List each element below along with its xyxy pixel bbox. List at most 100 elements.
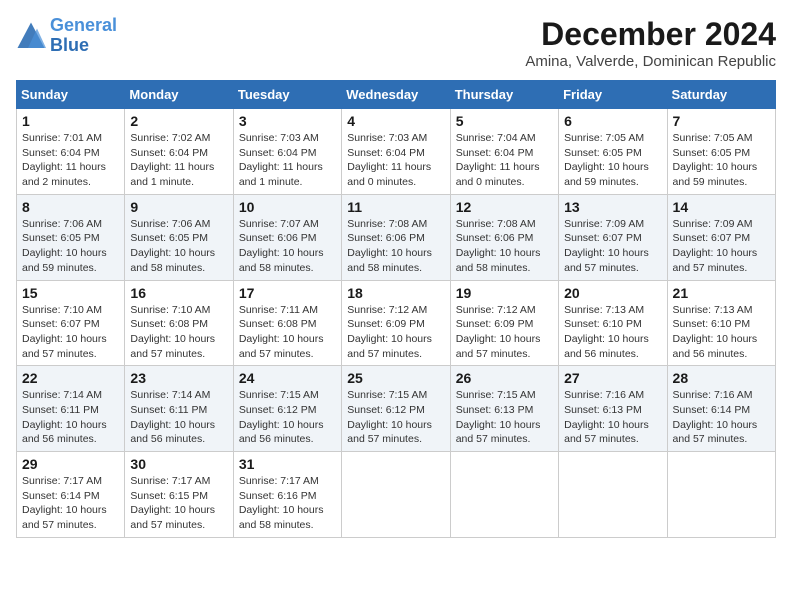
- day-info: Sunrise: 7:13 AM Sunset: 6:10 PM Dayligh…: [673, 303, 770, 362]
- calendar-cell: 23 Sunrise: 7:14 AM Sunset: 6:11 PM Dayli…: [125, 366, 233, 452]
- calendar-week-row: 8 Sunrise: 7:06 AM Sunset: 6:05 PM Daylig…: [17, 194, 776, 280]
- calendar-cell: 27 Sunrise: 7:16 AM Sunset: 6:13 PM Dayli…: [559, 366, 667, 452]
- day-number: 22: [22, 370, 119, 386]
- calendar-cell: 12Sunrise: 7:08 AM Sunset: 6:06 PM Dayli…: [450, 194, 558, 280]
- location: Amina, Valverde, Dominican Republic: [525, 53, 776, 70]
- day-number: 27: [564, 370, 661, 386]
- calendar-cell: 20 Sunrise: 7:13 AM Sunset: 6:10 PM Dayli…: [559, 280, 667, 366]
- day-number: 9: [130, 199, 227, 215]
- day-info: Sunrise: 7:04 AM Sunset: 6:04 PM Dayligh…: [456, 131, 553, 190]
- day-info: Sunrise: 7:14 AM Sunset: 6:11 PM Dayligh…: [130, 388, 227, 447]
- calendar-cell: 11Sunrise: 7:08 AM Sunset: 6:06 PM Dayli…: [342, 194, 450, 280]
- day-info: Sunrise: 7:08 AM Sunset: 6:06 PM Dayligh…: [347, 217, 444, 276]
- calendar-cell: 21 Sunrise: 7:13 AM Sunset: 6:10 PM Dayli…: [667, 280, 775, 366]
- day-number: 18: [347, 285, 444, 301]
- day-info: Sunrise: 7:11 AM Sunset: 6:08 PM Dayligh…: [239, 303, 336, 362]
- day-info: Sunrise: 7:09 AM Sunset: 6:07 PM Dayligh…: [673, 217, 770, 276]
- calendar-cell: 15 Sunrise: 7:10 AM Sunset: 6:07 PM Dayli…: [17, 280, 125, 366]
- day-number: 15: [22, 285, 119, 301]
- day-number: 17: [239, 285, 336, 301]
- calendar-cell: 19 Sunrise: 7:12 AM Sunset: 6:09 PM Dayli…: [450, 280, 558, 366]
- day-info: Sunrise: 7:09 AM Sunset: 6:07 PM Dayligh…: [564, 217, 661, 276]
- calendar-cell: 17 Sunrise: 7:11 AM Sunset: 6:08 PM Dayli…: [233, 280, 341, 366]
- day-number: 26: [456, 370, 553, 386]
- calendar-cell: 31 Sunrise: 7:17 AM Sunset: 6:16 PM Dayli…: [233, 452, 341, 538]
- calendar-cell: 8 Sunrise: 7:06 AM Sunset: 6:05 PM Daylig…: [17, 194, 125, 280]
- calendar-cell: 7Sunrise: 7:05 AM Sunset: 6:05 PM Daylig…: [667, 109, 775, 195]
- calendar-cell: 26Sunrise: 7:15 AM Sunset: 6:13 PM Dayli…: [450, 366, 558, 452]
- day-number: 28: [673, 370, 770, 386]
- day-info: Sunrise: 7:14 AM Sunset: 6:11 PM Dayligh…: [22, 388, 119, 447]
- calendar-cell: 10Sunrise: 7:07 AM Sunset: 6:06 PM Dayli…: [233, 194, 341, 280]
- day-number: 6: [564, 113, 661, 129]
- day-number: 21: [673, 285, 770, 301]
- calendar-cell: 9 Sunrise: 7:06 AM Sunset: 6:05 PM Daylig…: [125, 194, 233, 280]
- calendar-cell: 13 Sunrise: 7:09 AM Sunset: 6:07 PM Dayli…: [559, 194, 667, 280]
- day-number: 5: [456, 113, 553, 129]
- calendar-week-row: 15 Sunrise: 7:10 AM Sunset: 6:07 PM Dayli…: [17, 280, 776, 366]
- day-info: Sunrise: 7:17 AM Sunset: 6:14 PM Dayligh…: [22, 474, 119, 533]
- day-number: 24: [239, 370, 336, 386]
- calendar-cell: 18Sunrise: 7:12 AM Sunset: 6:09 PM Dayli…: [342, 280, 450, 366]
- day-info: Sunrise: 7:06 AM Sunset: 6:05 PM Dayligh…: [22, 217, 119, 276]
- page-header: General Blue December 2024 Amina, Valver…: [16, 16, 776, 70]
- calendar-cell: [342, 452, 450, 538]
- logo-text: General Blue: [50, 16, 117, 56]
- logo-icon: [16, 21, 46, 51]
- title-block: December 2024 Amina, Valverde, Dominican…: [525, 16, 776, 70]
- day-info: Sunrise: 7:15 AM Sunset: 6:12 PM Dayligh…: [239, 388, 336, 447]
- calendar-cell: [559, 452, 667, 538]
- calendar-week-row: 29 Sunrise: 7:17 AM Sunset: 6:14 PM Dayli…: [17, 452, 776, 538]
- day-number: 2: [130, 113, 227, 129]
- day-number: 20: [564, 285, 661, 301]
- calendar-cell: 3 Sunrise: 7:03 AM Sunset: 6:04 PM Daylig…: [233, 109, 341, 195]
- weekday-header-wednesday: Wednesday: [342, 81, 450, 109]
- calendar-cell: 16 Sunrise: 7:10 AM Sunset: 6:08 PM Dayli…: [125, 280, 233, 366]
- calendar-cell: 29 Sunrise: 7:17 AM Sunset: 6:14 PM Dayli…: [17, 452, 125, 538]
- day-number: 23: [130, 370, 227, 386]
- day-number: 8: [22, 199, 119, 215]
- day-number: 19: [456, 285, 553, 301]
- day-number: 30: [130, 456, 227, 472]
- calendar-cell: 2 Sunrise: 7:02 AM Sunset: 6:04 PM Daylig…: [125, 109, 233, 195]
- calendar-cell: 22 Sunrise: 7:14 AM Sunset: 6:11 PM Dayli…: [17, 366, 125, 452]
- day-info: Sunrise: 7:06 AM Sunset: 6:05 PM Dayligh…: [130, 217, 227, 276]
- calendar-cell: 4 Sunrise: 7:03 AM Sunset: 6:04 PM Daylig…: [342, 109, 450, 195]
- day-info: Sunrise: 7:02 AM Sunset: 6:04 PM Dayligh…: [130, 131, 227, 190]
- calendar-cell: 1Sunrise: 7:01 AM Sunset: 6:04 PM Daylig…: [17, 109, 125, 195]
- day-info: Sunrise: 7:03 AM Sunset: 6:04 PM Dayligh…: [347, 131, 444, 190]
- day-number: 16: [130, 285, 227, 301]
- day-number: 4: [347, 113, 444, 129]
- day-info: Sunrise: 7:10 AM Sunset: 6:08 PM Dayligh…: [130, 303, 227, 362]
- calendar-cell: 25Sunrise: 7:15 AM Sunset: 6:12 PM Dayli…: [342, 366, 450, 452]
- day-number: 29: [22, 456, 119, 472]
- day-number: 10: [239, 199, 336, 215]
- day-number: 31: [239, 456, 336, 472]
- weekday-header-friday: Friday: [559, 81, 667, 109]
- day-number: 13: [564, 199, 661, 215]
- month-year: December 2024: [525, 16, 776, 53]
- calendar-cell: 24 Sunrise: 7:15 AM Sunset: 6:12 PM Dayli…: [233, 366, 341, 452]
- day-info: Sunrise: 7:16 AM Sunset: 6:13 PM Dayligh…: [564, 388, 661, 447]
- calendar-cell: 5 Sunrise: 7:04 AM Sunset: 6:04 PM Daylig…: [450, 109, 558, 195]
- day-info: Sunrise: 7:17 AM Sunset: 6:15 PM Dayligh…: [130, 474, 227, 533]
- day-info: Sunrise: 7:01 AM Sunset: 6:04 PM Dayligh…: [22, 131, 119, 190]
- calendar-cell: [450, 452, 558, 538]
- day-info: Sunrise: 7:08 AM Sunset: 6:06 PM Dayligh…: [456, 217, 553, 276]
- day-number: 3: [239, 113, 336, 129]
- calendar-table: SundayMondayTuesdayWednesdayThursdayFrid…: [16, 80, 776, 538]
- day-info: Sunrise: 7:13 AM Sunset: 6:10 PM Dayligh…: [564, 303, 661, 362]
- day-info: Sunrise: 7:05 AM Sunset: 6:05 PM Dayligh…: [673, 131, 770, 190]
- day-info: Sunrise: 7:12 AM Sunset: 6:09 PM Dayligh…: [456, 303, 553, 362]
- day-info: Sunrise: 7:16 AM Sunset: 6:14 PM Dayligh…: [673, 388, 770, 447]
- day-info: Sunrise: 7:03 AM Sunset: 6:04 PM Dayligh…: [239, 131, 336, 190]
- logo: General Blue: [16, 16, 117, 56]
- calendar-week-row: 1Sunrise: 7:01 AM Sunset: 6:04 PM Daylig…: [17, 109, 776, 195]
- day-info: Sunrise: 7:10 AM Sunset: 6:07 PM Dayligh…: [22, 303, 119, 362]
- day-info: Sunrise: 7:05 AM Sunset: 6:05 PM Dayligh…: [564, 131, 661, 190]
- day-info: Sunrise: 7:17 AM Sunset: 6:16 PM Dayligh…: [239, 474, 336, 533]
- weekday-header-row: SundayMondayTuesdayWednesdayThursdayFrid…: [17, 81, 776, 109]
- calendar-cell: 6 Sunrise: 7:05 AM Sunset: 6:05 PM Daylig…: [559, 109, 667, 195]
- weekday-header-sunday: Sunday: [17, 81, 125, 109]
- calendar-cell: 14Sunrise: 7:09 AM Sunset: 6:07 PM Dayli…: [667, 194, 775, 280]
